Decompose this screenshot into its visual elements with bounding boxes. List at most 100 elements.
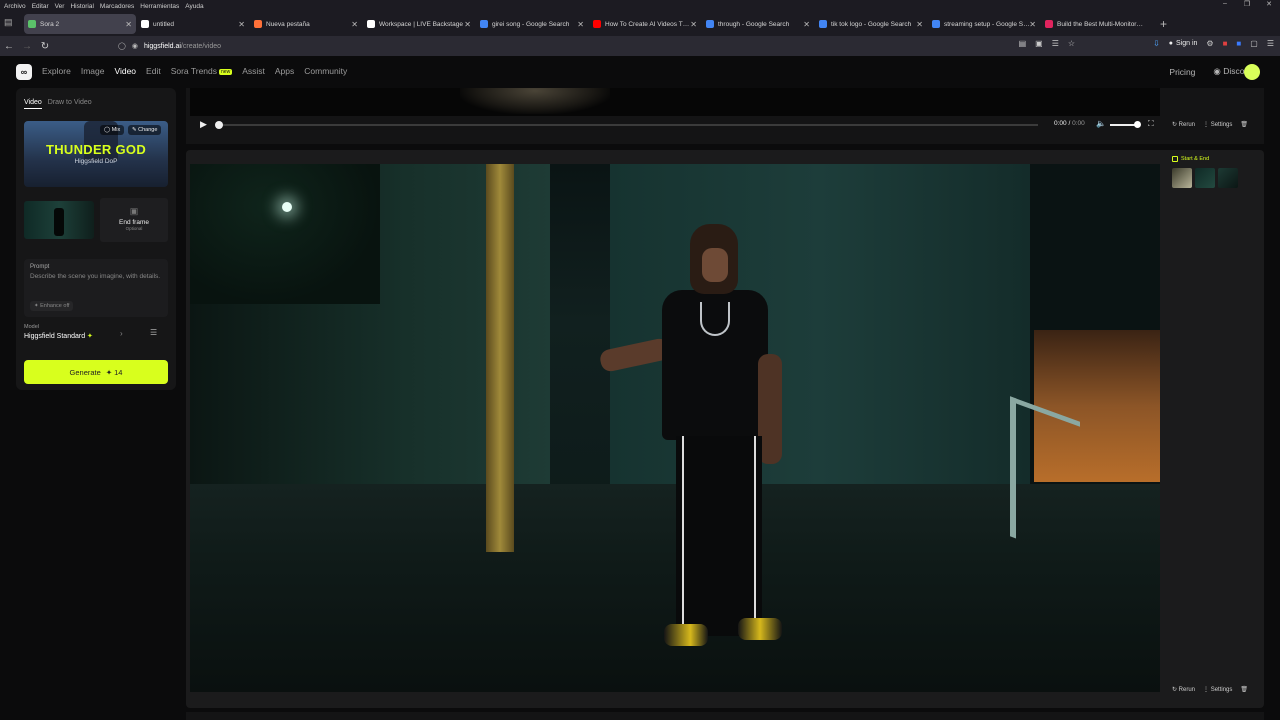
avatar[interactable] [1244, 64, 1260, 80]
seek-bar[interactable] [218, 124, 1038, 126]
close-tab-icon[interactable]: ✕ [1029, 20, 1036, 29]
previous-video-frame[interactable] [190, 88, 1160, 116]
screenshot-icon[interactable]: ▣ [1035, 39, 1043, 48]
tab-tiktok-logo[interactable]: tik tok logo - Google Search ✕ [815, 14, 927, 34]
new-tab-icon[interactable]: + [1160, 17, 1167, 31]
settings-button[interactable]: ⋮ Settings [1203, 686, 1232, 693]
source-thumb-end[interactable] [1218, 168, 1238, 188]
reader-icon[interactable]: ▤ [1019, 39, 1027, 48]
volume-handle[interactable] [1134, 121, 1141, 128]
tab-list-icon[interactable]: ▤ [4, 17, 13, 28]
fullscreen-icon[interactable]: ⛶ [1148, 119, 1154, 129]
tab-through[interactable]: through - Google Search ✕ [702, 14, 814, 34]
preset-card[interactable]: ◯ Mix ✎ Change THUNDER GOD Higgsfield Do… [24, 121, 168, 187]
tab-draw-to-video[interactable]: Draw to Video [48, 99, 92, 109]
play-icon[interactable]: ▶ [200, 119, 207, 130]
sign-in-button[interactable]: ● Sign in [1169, 40, 1198, 47]
close-tab-icon[interactable]: ✕ [690, 20, 697, 29]
chevron-right-icon[interactable]: › [120, 329, 123, 338]
nav-community[interactable]: Community [304, 66, 347, 76]
menu-historial[interactable]: Historial [70, 3, 93, 10]
end-frame-slot[interactable]: ▣ End frame Optional [100, 198, 168, 242]
shield-icon[interactable]: ◯ [118, 42, 126, 50]
tab-video[interactable]: Video [24, 99, 42, 109]
source-thumb-start[interactable] [1172, 168, 1192, 188]
menu-archivo[interactable]: Archivo [4, 3, 26, 10]
nav-apps[interactable]: Apps [275, 66, 294, 76]
back-icon[interactable]: ← [0, 41, 18, 52]
tab-sora[interactable]: Sora 2 ✕ [24, 14, 136, 34]
minimize-icon[interactable]: – [1214, 0, 1236, 8]
pricing-link[interactable]: Pricing [1169, 67, 1195, 77]
url-bar[interactable]: ◯ ◉ higgsfield.ai/create/video [118, 39, 1068, 53]
tab-nueva-pestana[interactable]: Nueva pestaña ✕ [250, 14, 362, 34]
rerun-button[interactable]: ↻ Rerun [1172, 121, 1195, 128]
lock-icon[interactable]: ◉ [132, 42, 138, 50]
extension-blue-icon[interactable]: ■ [1236, 39, 1241, 48]
nav-image[interactable]: Image [81, 66, 105, 76]
nav-edit[interactable]: Edit [146, 66, 161, 76]
close-tab-icon[interactable]: ✕ [577, 20, 584, 29]
close-tab-icon[interactable]: ✕ [916, 20, 923, 29]
reload-icon[interactable]: ↻ [36, 41, 54, 52]
app-header: ∞ Explore Image Video Edit Sora Trends ne… [0, 56, 1280, 88]
volume-icon[interactable]: 🔈 [1096, 119, 1106, 128]
settings-button[interactable]: ⋮ Settings [1203, 121, 1232, 128]
close-window-icon[interactable]: ✕ [1258, 0, 1280, 8]
rerun-button[interactable]: ↻ Rerun [1172, 686, 1195, 693]
seek-handle[interactable] [215, 121, 223, 129]
generate-button[interactable]: Generate ✦ 14 [24, 360, 168, 384]
delete-icon[interactable]: 🗑 [1240, 121, 1248, 128]
settings-sliders-icon[interactable]: ☰ [150, 328, 157, 337]
prompt-field[interactable]: Prompt Describe the scene you imagine, w… [24, 259, 168, 317]
close-tab-icon[interactable]: ✕ [803, 20, 810, 29]
close-tab-icon[interactable]: ✕ [125, 20, 132, 29]
tab-workspace[interactable]: Workspace | LIVE Backstage ✕ [363, 14, 475, 34]
tab-girei-song[interactable]: girei song - Google Search ✕ [476, 14, 588, 34]
extensions-icon[interactable]: ⚙ [1206, 39, 1213, 48]
sidebar-icon[interactable]: ▢ [1250, 39, 1258, 48]
nav-assist[interactable]: Assist [242, 66, 265, 76]
generated-video-card: Start & End ↻ Rerun ⋮ Settings 🗑 [186, 150, 1264, 708]
nav-video[interactable]: Video [114, 66, 136, 76]
tab-ai-videos[interactable]: How To Create AI Videos That A ✕ [589, 14, 701, 34]
model-selector[interactable]: Model Higgsfield Standard ✦ › ☰ [24, 324, 168, 344]
bookmark-star-icon[interactable]: ☆ [1068, 39, 1075, 48]
mix-button[interactable]: ◯ Mix [100, 125, 125, 135]
menu-marcadores[interactable]: Marcadores [100, 3, 134, 10]
close-tab-icon[interactable]: ✕ [351, 20, 358, 29]
generated-video-frame[interactable] [190, 164, 1160, 692]
scene-legs [676, 436, 762, 636]
restore-icon[interactable]: ❐ [1236, 0, 1258, 8]
delete-icon[interactable]: 🗑 [1240, 686, 1248, 693]
nav-explore[interactable]: Explore [42, 66, 71, 76]
forward-icon[interactable]: → [18, 41, 36, 52]
higgsfield-logo-icon[interactable]: ∞ [16, 64, 32, 80]
translate-icon[interactable]: ☰ [1052, 39, 1059, 48]
menu-ayuda[interactable]: Ayuda [185, 3, 203, 10]
download-icon[interactable]: ⇩ [1153, 39, 1160, 48]
change-button[interactable]: ✎ Change [128, 125, 162, 135]
scene-tree [190, 164, 380, 304]
tab-multi-monitor[interactable]: Build the Best Multi-Monitor Se [1041, 14, 1153, 34]
menu-ver[interactable]: Ver [55, 3, 65, 10]
tab-untitled[interactable]: untitled ✕ [137, 14, 249, 34]
tab-favicon [706, 20, 714, 28]
rerun-label: Rerun [1178, 122, 1196, 128]
source-thumb-middle[interactable] [1195, 168, 1215, 188]
tab-streaming-setup[interactable]: streaming setup - Google Searc ✕ [928, 14, 1040, 34]
close-tab-icon[interactable]: ✕ [464, 20, 471, 29]
nav-sora-trends[interactable]: Sora Trends new [171, 66, 233, 76]
extension-red-icon[interactable]: ■ [1223, 39, 1228, 48]
scene-face [702, 248, 728, 282]
tab-favicon [141, 20, 149, 28]
previous-video-card: ▶ 0:00 / 0:00 🔈 ⛶ ↻ Rerun ⋮ Settings 🗑 [186, 88, 1264, 144]
start-frame-thumbnail[interactable] [24, 201, 94, 239]
menu-herramientas[interactable]: Herramientas [140, 3, 179, 10]
preset-title: THUNDER GOD [45, 142, 147, 157]
menu-icon[interactable]: ☰ [1267, 39, 1274, 48]
close-tab-icon[interactable]: ✕ [238, 20, 245, 29]
menu-editar[interactable]: Editar [32, 3, 49, 10]
enhance-toggle[interactable]: ✦ Enhance off [30, 301, 74, 311]
model-value: Higgsfield Standard ✦ [24, 332, 168, 340]
